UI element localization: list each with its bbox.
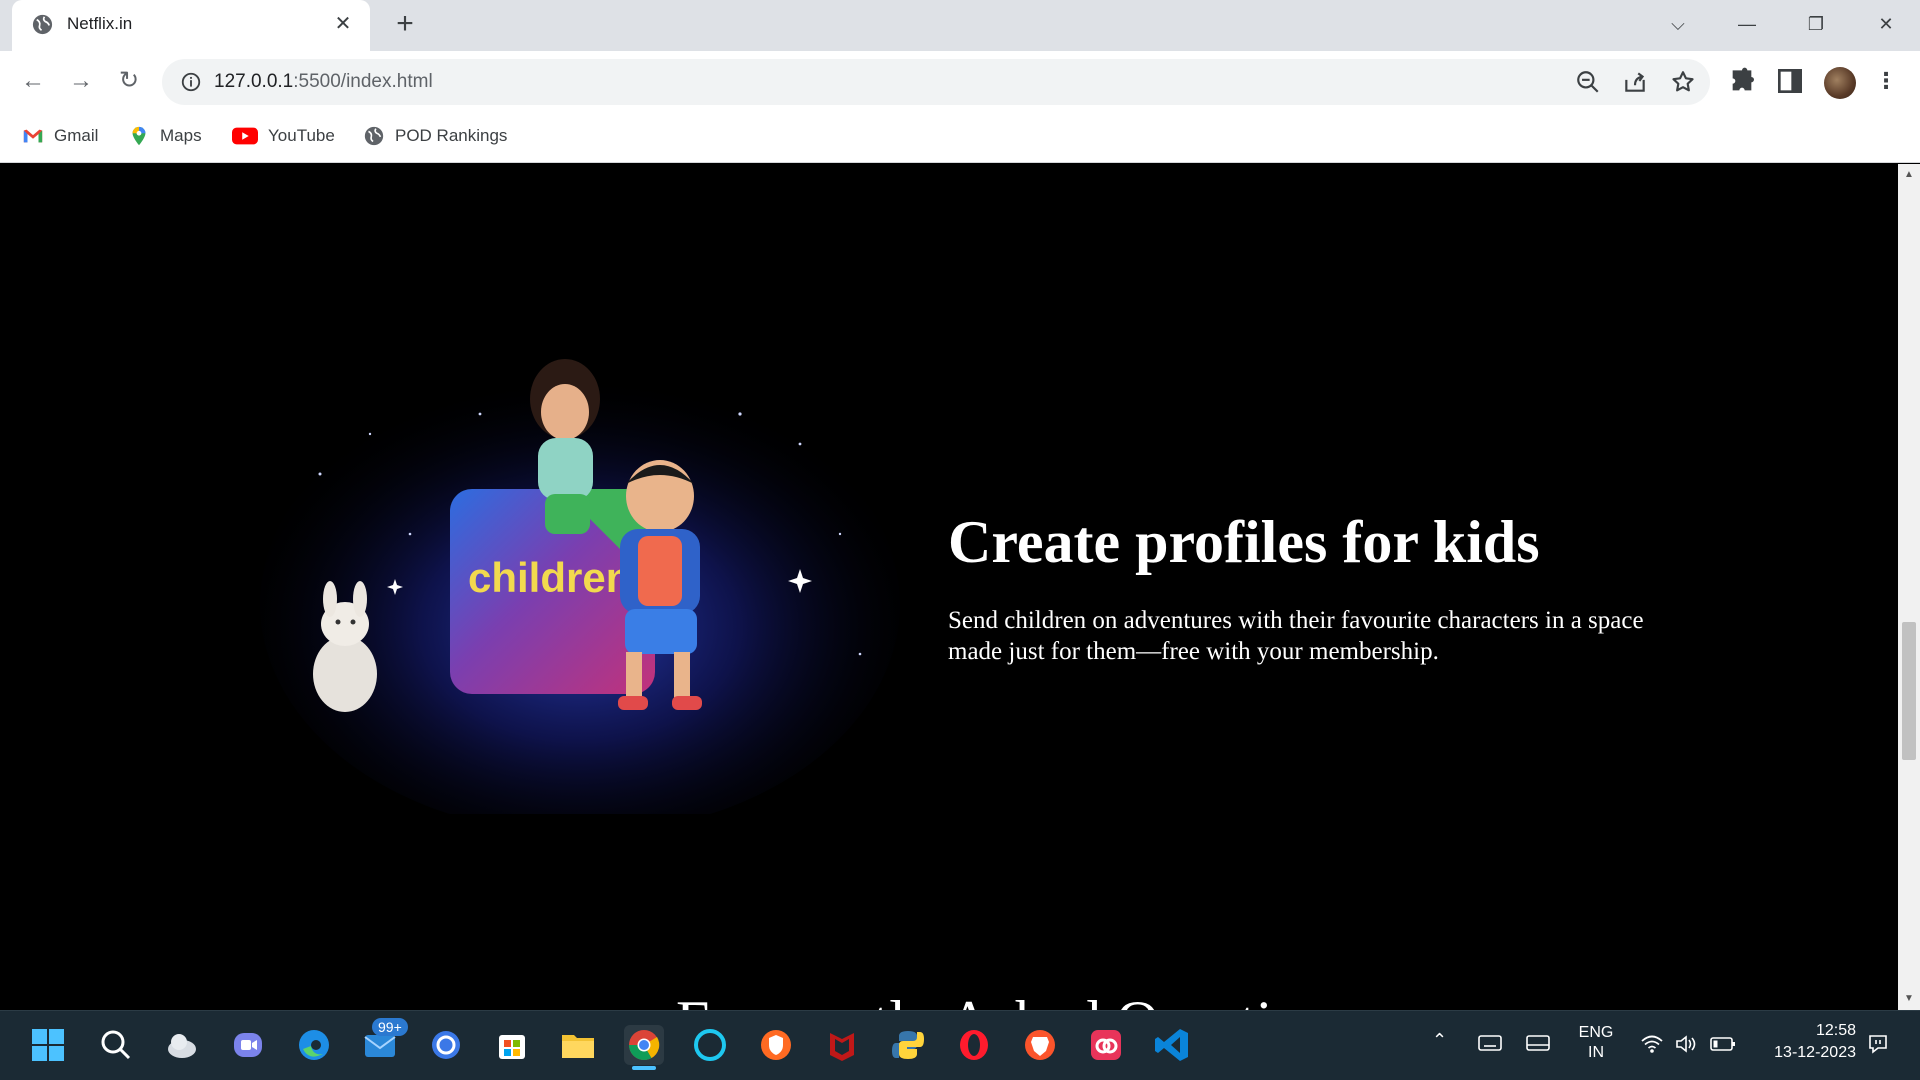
windows-taskbar [0,1010,1920,1080]
new-tab-button[interactable]: + [389,9,421,41]
bookmark-star-icon[interactable] [1670,69,1696,95]
brave-browser-icon[interactable] [1020,1025,1060,1065]
bookmark-label: YouTube [268,126,335,145]
kids-profile-illustration: children [260,359,900,814]
reload-button[interactable]: ↻ [113,65,145,97]
vscode-icon[interactable] [1152,1025,1192,1065]
clock[interactable]: 12:58 13-12-2023 [1760,1020,1856,1064]
bookmark-pod-rankings[interactable]: POD Rankings [363,121,507,151]
brave-vpn-icon[interactable] [756,1025,796,1065]
chrome-icon[interactable] [624,1025,664,1065]
restore-button[interactable]: ❐ [1796,8,1836,40]
globe-icon [364,126,384,146]
mcafee-icon[interactable] [822,1025,862,1065]
alexa-icon[interactable] [690,1025,730,1065]
scroll-down-arrow-icon[interactable]: ▼ [1898,988,1920,1010]
language-code: ENG [1578,1024,1614,1041]
minimize-button[interactable]: — [1727,8,1767,40]
feature-description: Send children on adventures with their f… [948,607,1644,665]
menu-kebab-icon[interactable]: ⋮ [1870,65,1902,97]
region-code: IN [1588,1044,1604,1061]
touchpad-icon[interactable] [1526,1034,1550,1052]
close-tab-icon[interactable]: ✕ [330,11,356,37]
battery-icon[interactable] [1710,1036,1736,1052]
page-viewport: children Create profiles for kids Send c… [0,164,1898,1010]
microsoft-store-icon[interactable] [492,1025,532,1065]
mail-unread-badge: 99+ [372,1018,408,1036]
browser-tab[interactable]: Netflix.in ✕ [12,0,370,51]
clock-time: 12:58 [1815,1022,1856,1039]
globe-icon [32,14,53,35]
url-text[interactable]: 127.0.0.1:5500/index.html [214,71,433,93]
scroll-up-arrow-icon[interactable]: ▲ [1898,164,1920,186]
bookmark-label: Maps [160,126,202,145]
close-window-button[interactable]: ✕ [1866,8,1906,40]
bookmark-youtube[interactable]: YouTube [232,121,335,151]
scroll-thumb[interactable] [1902,622,1916,760]
maps-icon [132,126,146,146]
tab-search-chevron-icon[interactable]: ⌵ [1658,8,1698,40]
bookmark-label: Gmail [54,126,99,145]
teams-chat-icon[interactable] [228,1025,268,1065]
extensions-icon[interactable] [1726,65,1758,97]
creative-cloud-icon[interactable] [1086,1025,1126,1065]
gmail-icon [23,129,43,143]
youtube-icon [232,127,258,145]
site-info-icon[interactable] [180,71,202,93]
weather-icon[interactable] [162,1025,202,1065]
bookmark-maps[interactable]: Maps [128,121,202,151]
python-icon[interactable] [888,1025,928,1065]
feature-heading: Create profiles for kids [948,509,1540,575]
browser-toolbar: ← → ↻ 127.0.0.1:5500/index.html ⋮ [0,51,1920,111]
zoom-out-icon[interactable] [1575,69,1601,95]
active-app-indicator [632,1066,656,1070]
url-host: 127.0.0.1 [214,71,294,92]
bookmark-label: POD Rankings [395,126,508,145]
file-explorer-icon[interactable] [558,1025,598,1065]
url-path: :5500/index.html [293,71,433,92]
keyboard-icon[interactable] [1478,1034,1502,1052]
show-hidden-icons-chevron-icon[interactable]: ⌃ [1432,1030,1447,1051]
notification-center-icon[interactable] [1866,1032,1890,1056]
volume-icon[interactable] [1674,1034,1698,1054]
share-icon[interactable] [1622,69,1648,95]
tile-label: children [468,554,631,601]
feature-text-block: Create profiles for kids Send children o… [948,509,1648,667]
tab-strip: Netflix.in ✕ + ⌵ — ❐ ✕ [0,0,1920,51]
tab-title: Netflix.in [67,14,133,33]
search-icon[interactable] [96,1025,136,1065]
page-scrollbar[interactable]: ▲ ▼ [1898,164,1920,1010]
bookmark-gmail[interactable]: Gmail [22,121,98,151]
opera-icon[interactable] [954,1025,994,1065]
clock-date: 13-12-2023 [1774,1044,1856,1061]
bookmarks-bar: Gmail Maps YouTube POD Rankings [0,111,1920,163]
back-button[interactable]: ← [17,65,49,97]
input-language[interactable]: ENG IN [1578,1023,1614,1063]
address-bar[interactable]: 127.0.0.1:5500/index.html [162,59,1710,105]
side-panel-icon[interactable] [1774,65,1806,97]
wifi-icon[interactable] [1640,1034,1664,1054]
forward-button[interactable]: → [65,65,97,97]
cortana-icon[interactable] [426,1025,466,1065]
edge-browser-icon[interactable] [294,1025,334,1065]
windows-start-icon[interactable] [28,1025,68,1065]
faq-heading: Frequently Asked Questions [676,992,1356,1010]
profile-avatar[interactable] [1824,67,1856,99]
